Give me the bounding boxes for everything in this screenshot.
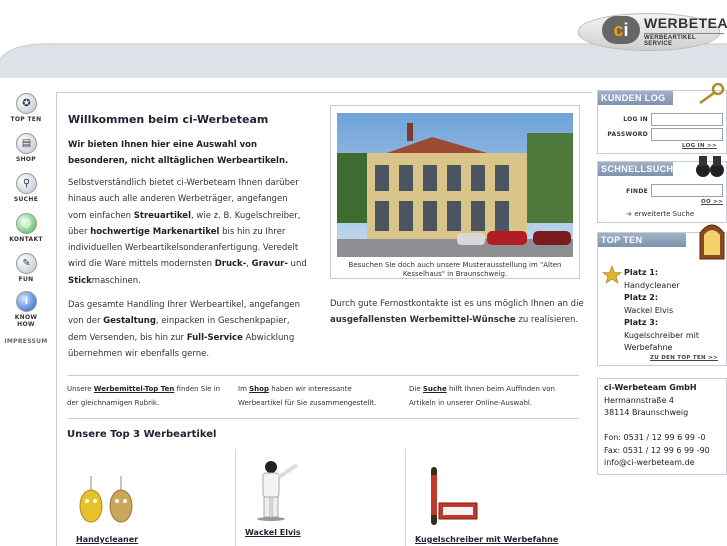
topten-platz-1: Platz 1: Handycleaner: [624, 268, 680, 290]
nav-kontakt-label: KONTAKT: [9, 236, 43, 243]
intro-text: Wir bieten Ihnen hier eine Auswahl von b…: [68, 140, 289, 166]
key-icon: [699, 83, 725, 105]
topten-more-link[interactable]: ZU DEN TOP TEN >>: [650, 355, 718, 361]
email-link[interactable]: info@ci-werbeteam.de: [604, 458, 695, 467]
logo[interactable]: ci WERBETEAM WERBEARTIKEL SERVICE: [578, 10, 727, 51]
medal-icon: ✪: [16, 93, 37, 114]
building-photo[interactable]: [337, 113, 573, 257]
product-link-wackel-elvis[interactable]: Wackel Elvis: [245, 528, 301, 537]
contact-address: ci-Werbeteam GmbH Hermannstraße 4 38114 …: [604, 383, 710, 467]
wackel-elvis-image[interactable]: [249, 459, 305, 521]
right-sidebar: KUNDEN LOG IN LOG IN PASSWORD LOG IN >> …: [597, 82, 727, 545]
topten-platz-2: Platz 2: Wackel Elvis: [624, 293, 674, 315]
topten-platz-3: Platz 3: Kugelschreiber mit Werbefahne: [624, 318, 700, 352]
divider: [68, 418, 579, 419]
intro-paragraph-2: Das gesamte Handling Ihrer Werbeartikel,…: [68, 300, 300, 359]
nav-know-how-label: KNOW HOW: [14, 314, 38, 328]
fernost-paragraph: Durch gute Fernostkontakte ist es uns mö…: [330, 299, 584, 325]
shop-link[interactable]: Shop: [249, 385, 269, 393]
logo-ci-mark: ci: [602, 16, 640, 44]
cart-icon: ▤: [16, 133, 37, 154]
login-title: KUNDEN LOG IN: [598, 91, 673, 117]
product-link-kugelschreiber[interactable]: Kugelschreiber mit Werbefahne: [415, 535, 558, 544]
password-label: PASSWORD: [607, 131, 648, 138]
login-button[interactable]: LOG IN >>: [682, 143, 717, 149]
info-suche: Die Suche hilft Ihnen beim Auffinden von…: [409, 385, 555, 407]
info-top-ten: Unsere Werbemittel-Top Ten finden Sie in…: [67, 385, 221, 407]
jukebox-icon: [699, 224, 725, 260]
binoculars-icon: [696, 156, 724, 177]
page-title: Willkommen beim ci-Werbeteam: [68, 113, 269, 126]
top-ten-link[interactable]: Werbemittel-Top Ten: [94, 385, 175, 393]
photo-caption: Besuchen Sie doch auch unsere Musterauss…: [348, 261, 562, 278]
contact-box: ci-Werbeteam GmbH Hermannstraße 4 38114 …: [597, 378, 727, 475]
topten-box: TOP TEN Platz 1: Handycleaner Platz 2: Wac…: [597, 224, 727, 366]
kugelschreiber-image[interactable]: [423, 465, 483, 527]
contact-icon: @: [16, 213, 37, 234]
product-divider: [405, 449, 406, 546]
login-label: LOG IN: [623, 116, 648, 123]
info-shop: Im Shop haben wir interessante Werbearti…: [238, 385, 377, 407]
nav-fun-label: FUN: [18, 276, 34, 283]
finde-label: FINDE: [626, 188, 648, 195]
product-divider: [235, 449, 236, 546]
search-input[interactable]: [651, 184, 723, 197]
search-button[interactable]: OO >>: [701, 199, 723, 205]
topten-title: TOP TEN: [598, 233, 686, 247]
top3-title: Unsere Top 3 Werbeartikel: [67, 429, 217, 440]
password-input[interactable]: [651, 128, 723, 141]
star-icon: [602, 265, 622, 284]
suche-link[interactable]: Suche: [423, 385, 447, 393]
nav-top-ten-label: TOP TEN: [10, 116, 42, 123]
header: ci WERBETEAM WERBEARTIKEL SERVICE: [0, 0, 727, 78]
info-icon: i: [16, 291, 37, 312]
logo-subtitle: WERBEARTIKEL SERVICE: [644, 33, 724, 47]
nav-suche-label: SUCHE: [13, 196, 39, 203]
fun-icon: ✎: [16, 253, 37, 274]
intro-paragraph-1: Selbstverständlich bietet ci-Werbeteam I…: [68, 178, 307, 286]
main-content: Willkommen beim ci-Werbeteam Wir bieten …: [56, 92, 592, 546]
search-box: SCHNELLSUCHE FINDE OO >> ➜ erweiterte Su…: [597, 156, 727, 223]
divider: [68, 375, 579, 376]
login-box: KUNDEN LOG IN LOG IN PASSWORD LOG IN >>: [597, 83, 727, 154]
magnifier-icon: ⚲: [16, 173, 37, 194]
nav-shop-label: SHOP: [15, 156, 37, 163]
extended-search-link[interactable]: ➜ erweiterte Suche: [626, 210, 694, 218]
logo-name: WERBETEAM: [644, 15, 727, 31]
nav-impressum-label: IMPRESSUM: [4, 338, 48, 345]
search-title: SCHNELLSUCHE: [598, 162, 679, 176]
photo-box: Besuchen Sie doch auch unsere Musterauss…: [330, 105, 580, 279]
handycleaner-image[interactable]: [77, 476, 137, 526]
product-link-handycleaner[interactable]: Handycleaner: [76, 535, 138, 544]
login-input[interactable]: [651, 113, 723, 126]
